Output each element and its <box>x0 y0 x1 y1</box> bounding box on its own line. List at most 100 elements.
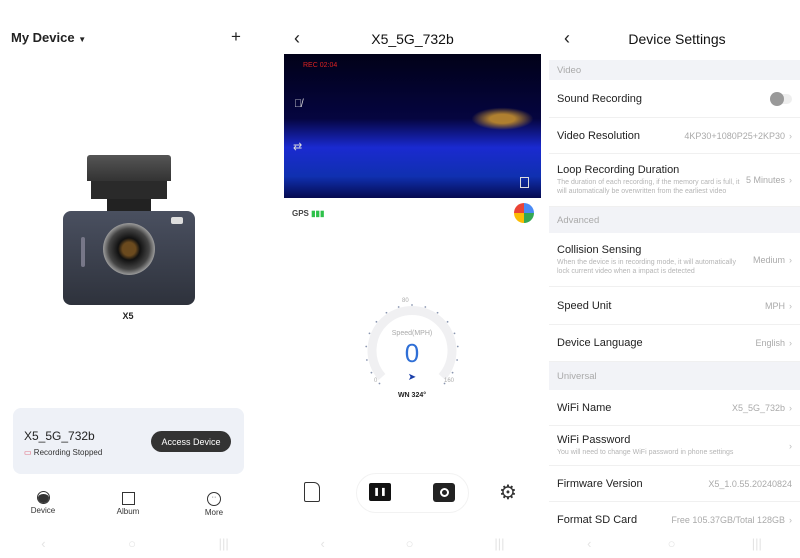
setting-value: X5_5G_732b <box>731 402 785 413</box>
back-nav-icon[interactable]: ‹ <box>41 536 45 552</box>
rec-timer: REC 02:04 <box>303 62 338 69</box>
setting-device-language[interactable]: Device Language English › <box>549 325 800 362</box>
setting-format-sd[interactable]: Format SD Card Free 105.37GB/Total 128GB › <box>549 502 800 538</box>
gps-indicator: GPS ▮▮▮ <box>292 209 324 218</box>
gauge-tick <box>375 320 378 323</box>
gps-signal-icon: ▮▮▮ <box>311 209 325 218</box>
setting-description: You will need to change WiFi password in… <box>557 449 734 456</box>
setting-value: 5 Minutes <box>745 175 785 185</box>
setting-label: Firmware Version <box>557 477 643 490</box>
chevron-right-icon: › <box>789 300 792 311</box>
chevron-right-icon: › <box>789 515 792 525</box>
tab-device[interactable]: Device <box>13 491 73 515</box>
gauge-tick <box>397 306 400 308</box>
setting-loop-recording[interactable]: Loop Recording Duration The duration of e… <box>549 154 800 207</box>
section-video: Video <box>549 60 800 80</box>
capture-photo-button[interactable] <box>433 483 455 502</box>
gauge-tick <box>385 311 388 314</box>
tab-album[interactable]: Album <box>98 492 158 516</box>
setting-label: Speed Unit <box>557 299 612 312</box>
more-icon: ·· <box>207 492 221 506</box>
sound-recording-toggle[interactable] <box>770 91 792 106</box>
heading-arrow-icon: ➤ <box>407 372 417 383</box>
setting-label: Loop Recording Duration <box>557 164 680 176</box>
setting-wifi-name[interactable]: WiFi Name X5_5G_732b › <box>549 390 800 426</box>
device-list-screen: My Device ▼ + X5 X5_5G_732b ▭ Recording … <box>0 0 270 558</box>
tab-label: Device <box>30 506 56 515</box>
record-icon: ▭ <box>24 448 32 457</box>
back-nav-icon[interactable]: ‹ <box>587 536 591 552</box>
tab-more[interactable]: ·· More <box>184 492 244 517</box>
dashcam-icon <box>36 491 50 504</box>
setting-wifi-password[interactable]: WiFi Password You will need to change WiF… <box>549 426 800 466</box>
setting-description: When the device is in recording mode, it… <box>557 258 736 275</box>
tab-label: Album <box>116 507 140 516</box>
chevron-right-icon: › <box>789 402 792 413</box>
setting-label: Collision Sensing <box>557 243 642 256</box>
setting-value: Free 105.37GB/Total 128GB <box>671 515 785 525</box>
chevron-right-icon: › <box>789 440 792 451</box>
page-title: Device Settings <box>628 31 726 47</box>
chevron-right-icon: › <box>789 175 792 185</box>
gauge-mid-label: 80 <box>402 298 409 304</box>
setting-label: WiFi Name <box>557 401 612 414</box>
gauge-tick <box>424 306 427 308</box>
switch-camera-icon[interactable]: ⇄ <box>293 140 302 153</box>
speed-unit-label: Speed(MPH) <box>391 330 433 337</box>
home-nav-icon[interactable]: ○ <box>128 536 136 552</box>
section-universal: Universal <box>549 362 800 390</box>
recents-nav-icon[interactable]: ||| <box>752 536 762 552</box>
pause-recording-button[interactable]: ❚❚ <box>369 483 391 501</box>
system-nav-bar: ‹ ○ ||| <box>549 536 800 552</box>
access-device-button[interactable]: Access Device <box>151 431 231 452</box>
setting-label: Sound Recording <box>557 92 643 105</box>
tab-label: More <box>204 508 224 517</box>
heading-label: WN 324° <box>397 392 427 399</box>
device-card[interactable]: X5_5G_732b ▭ Recording Stopped Access De… <box>13 408 244 474</box>
setting-label: Format SD Card <box>557 514 638 526</box>
setting-sound-recording: Sound Recording <box>549 80 800 118</box>
sd-card-button[interactable] <box>304 482 320 502</box>
map-icon[interactable] <box>514 203 534 223</box>
chevron-right-icon: › <box>789 338 792 348</box>
page-title: X5_5G_732b <box>371 31 454 47</box>
setting-value: MPH <box>765 300 785 311</box>
dashcam-image[interactable] <box>63 155 195 305</box>
my-device-dropdown[interactable]: My Device ▼ <box>11 30 86 45</box>
gauge-tick <box>436 311 439 314</box>
fullscreen-icon[interactable] <box>520 177 529 188</box>
section-advanced: Advanced <box>549 207 800 233</box>
gauge-tick <box>411 304 413 306</box>
settings-gear-button[interactable]: ⚙ <box>499 480 517 505</box>
setting-value: 4KP30+1080P25+2KP30 <box>684 130 785 141</box>
back-nav-icon[interactable]: ‹ <box>320 536 324 552</box>
device-settings-screen: ‹ Device Settings Video Sound Recording … <box>549 0 800 558</box>
mic-muted-icon[interactable]: 🎙̸ <box>294 98 302 110</box>
gauge-tick <box>446 320 449 323</box>
device-name: X5_5G_732b <box>24 429 95 443</box>
setting-value: X5_1.0.55.20240824 <box>708 478 792 489</box>
gps-label: GPS <box>292 209 309 218</box>
setting-speed-unit[interactable]: Speed Unit MPH › <box>549 287 800 325</box>
home-nav-icon[interactable]: ○ <box>668 536 676 552</box>
setting-video-resolution[interactable]: Video Resolution 4KP30+1080P25+2KP30 › <box>549 118 800 154</box>
setting-value: English <box>755 338 785 348</box>
speed-value: 0 <box>404 338 420 368</box>
live-view-screen: ‹ X5_5G_732b REC 02:04 🎙̸ ⇄ GPS ▮▮▮ 80 0… <box>280 0 545 558</box>
setting-collision-sensing[interactable]: Collision Sensing When the device is in r… <box>549 233 800 287</box>
add-device-button[interactable]: + <box>231 27 241 47</box>
live-video-feed[interactable]: REC 02:04 🎙̸ ⇄ <box>284 54 541 198</box>
chevron-right-icon: › <box>789 254 792 265</box>
system-nav-bar: ‹ ○ ||| <box>280 536 545 552</box>
setting-label: Video Resolution <box>557 129 640 142</box>
recents-nav-icon[interactable]: ||| <box>219 536 229 552</box>
home-nav-icon[interactable]: ○ <box>406 536 414 552</box>
setting-value: Medium <box>752 254 785 265</box>
setting-label: Device Language <box>557 337 643 349</box>
page-title: My Device <box>11 30 75 45</box>
caret-down-icon: ▼ <box>78 35 87 44</box>
recording-status: Recording Stopped <box>33 448 103 457</box>
recents-nav-icon[interactable]: ||| <box>494 536 504 552</box>
system-nav-bar: ‹ ○ ||| <box>0 536 270 552</box>
setting-label: WiFi Password <box>557 434 631 446</box>
